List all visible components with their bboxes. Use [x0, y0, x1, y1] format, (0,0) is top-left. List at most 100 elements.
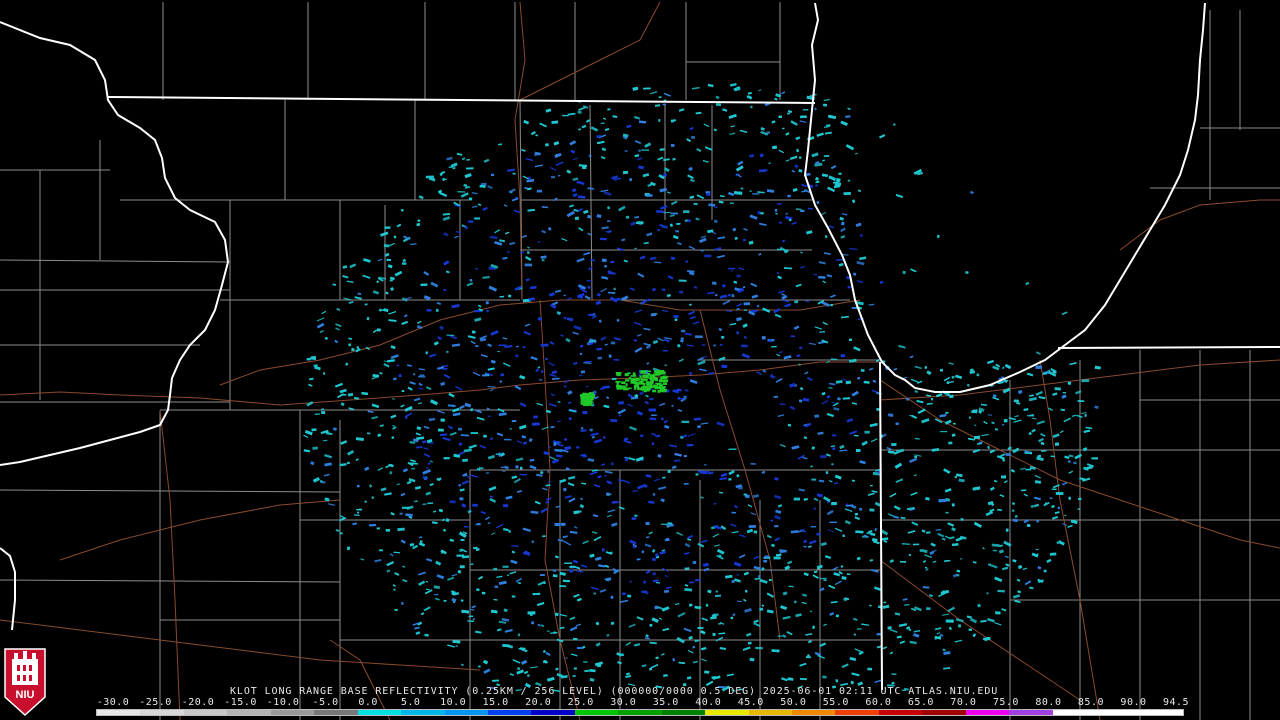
colorbar-segment: [1052, 710, 1097, 715]
echo-speck: [659, 224, 663, 227]
echo-speck: [681, 420, 690, 424]
echo-speck: [662, 379, 668, 383]
echo-speck: [972, 409, 978, 412]
scale-label: 90.0: [1120, 697, 1147, 708]
echo-speck: [830, 304, 833, 307]
logo-text: NIU: [16, 689, 35, 701]
scale-label: 55.0: [822, 697, 849, 708]
echo-speck: [691, 135, 695, 139]
echo-speck: [731, 294, 735, 298]
echo-speck: [542, 535, 546, 538]
echo-speck: [705, 193, 711, 196]
colorbar-segment: [140, 710, 184, 715]
echo-speck: [731, 580, 735, 583]
echo-speck: [658, 380, 663, 383]
echo-speck: [658, 119, 661, 122]
echo-speck: [670, 256, 675, 260]
echo-speck: [992, 549, 997, 552]
echo-speck: [492, 679, 499, 682]
echo-speck: [466, 158, 471, 161]
echo-speck: [531, 422, 540, 426]
echo-speck: [498, 344, 507, 347]
echo-speck: [749, 190, 752, 192]
echo-speck: [645, 388, 650, 392]
echo-speck: [663, 376, 669, 379]
echo-speck: [402, 262, 407, 265]
echo-speck: [631, 517, 637, 520]
echo-speck: [321, 411, 326, 415]
echo-speck: [840, 354, 845, 358]
echo-speck: [452, 640, 461, 644]
echo-speck: [870, 484, 873, 487]
echo-speck: [779, 403, 786, 405]
echo-speck: [503, 438, 512, 441]
echo-speck: [1073, 461, 1077, 465]
echo-speck: [637, 378, 641, 381]
echo-speck: [606, 634, 610, 637]
echo-speck: [673, 315, 679, 318]
echo-speck: [819, 577, 827, 580]
echo-speck: [443, 600, 447, 602]
echo-speck: [623, 387, 629, 391]
echo-speck: [613, 359, 620, 361]
echo-speck: [906, 398, 909, 401]
echo-speck: [532, 592, 541, 596]
echo-speck: [357, 511, 360, 514]
echo-speck: [826, 124, 831, 127]
echo-speck: [376, 280, 379, 283]
echo-speck: [683, 455, 687, 458]
echo-speck: [644, 386, 649, 389]
radar-map: [0, 0, 1280, 720]
echo-speck: [615, 380, 621, 383]
echo-speck: [625, 383, 628, 387]
echo-speck: [371, 496, 374, 499]
echo-speck: [434, 594, 439, 596]
echo-speck: [621, 381, 625, 384]
colorbar-segment: [705, 710, 749, 715]
echo-speck: [633, 381, 638, 385]
echo-speck: [940, 431, 948, 433]
echo-speck: [582, 393, 589, 396]
echo-speck: [859, 507, 863, 511]
echo-speck: [652, 376, 657, 381]
echo-speck: [764, 555, 769, 559]
echo-speck: [569, 569, 574, 573]
echo-speck: [697, 627, 704, 629]
echo-speck: [663, 386, 666, 388]
echo-speck: [970, 368, 974, 372]
colorbar-segment: [1096, 710, 1140, 715]
scale-label: 60.0: [865, 697, 892, 708]
echo-speck: [1003, 419, 1008, 423]
echo-speck: [823, 155, 830, 158]
echo-speck: [611, 462, 614, 466]
echo-speck: [622, 170, 629, 175]
echo-speck: [471, 330, 476, 334]
echo-speck: [965, 271, 969, 274]
echo-speck: [643, 382, 646, 386]
echo-speck: [601, 258, 607, 263]
colorbar-segment: [183, 710, 228, 715]
echo-speck: [895, 422, 899, 425]
echo-speck: [651, 414, 657, 416]
echo-speck: [482, 374, 488, 377]
echo-speck: [630, 375, 637, 377]
colorbar-segment: [97, 710, 141, 715]
echo-speck: [632, 378, 636, 381]
echo-speck: [680, 329, 686, 333]
echo-speck: [376, 328, 381, 332]
scale-label: 0.0: [358, 697, 378, 708]
echo-speck: [497, 351, 500, 353]
echo-speck: [409, 441, 416, 444]
echo-speck: [816, 201, 820, 204]
scale-label: 65.0: [907, 697, 934, 708]
echo-speck: [494, 585, 499, 589]
echo-speck: [562, 114, 569, 117]
echo-speck: [515, 465, 519, 469]
scale-label: 20.0: [525, 697, 552, 708]
echo-speck: [960, 518, 964, 521]
echo-speck: [588, 400, 592, 404]
echo-speck: [860, 368, 865, 373]
echo-speck: [618, 401, 624, 405]
echo-speck: [519, 466, 523, 470]
echo-speck: [758, 575, 761, 578]
